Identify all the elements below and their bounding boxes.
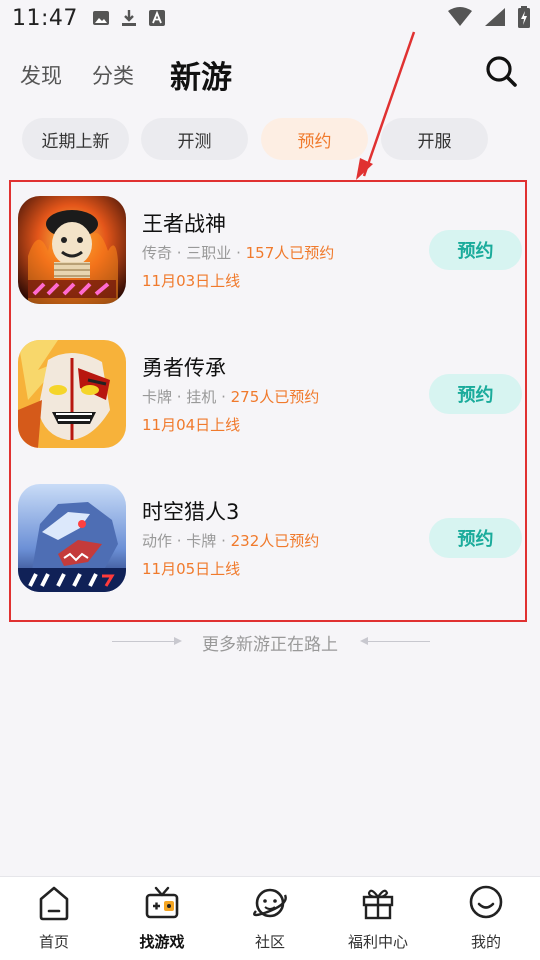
bottom-nav: 首页 找游戏 社区 福利中心 我的 (0, 876, 540, 960)
battery-icon (518, 6, 530, 28)
reserve-count: 275人已预约 (230, 388, 320, 406)
reserve-button[interactable]: 预约 (429, 518, 522, 558)
reserve-button[interactable]: 预约 (429, 374, 522, 414)
subtab-reserve[interactable]: 预约 (261, 118, 368, 160)
bottom-nav-home[interactable]: 首页 (0, 877, 108, 960)
list-item[interactable]: 勇者传承 卡牌 · 挂机 · 275人已预约 11月04日上线 预约 (0, 326, 540, 448)
bottom-nav-label: 社区 (254, 933, 285, 951)
subtab-beta-test[interactable]: 开测 (141, 118, 248, 160)
bottom-nav-welfare[interactable]: 福利中心 (324, 877, 432, 960)
gamepad-icon (145, 886, 179, 919)
community-planet-icon (253, 888, 287, 918)
divider-right (364, 641, 430, 642)
release-date: 11月03日上线 (142, 272, 241, 290)
status-bar: 11:47 (0, 0, 540, 36)
list-item[interactable]: 王者战神 传奇 · 三职业 · 157人已预约 11月03日上线 预约 (0, 182, 540, 304)
bottom-nav-community[interactable]: 社区 (216, 877, 324, 960)
reserve-count: 157人已预约 (245, 244, 335, 262)
more-games-text: 更多新游正在路上 (202, 635, 338, 655)
bottom-nav-find-games[interactable]: 找游戏 (108, 877, 216, 960)
release-date: 11月05日上线 (142, 560, 241, 578)
profile-smile-icon (469, 885, 503, 919)
game-meta: 动作 · 卡牌 · 232人已预约 (142, 530, 319, 551)
more-games-footer: 更多新游正在路上 (0, 630, 540, 655)
wifi-icon (448, 7, 472, 26)
list-item[interactable]: 时空猎人3 动作 · 卡牌 · 232人已预约 11月05日上线 预约 (0, 470, 540, 592)
game-meta: 传奇 · 三职业 · 157人已预约 (142, 242, 334, 263)
game-icon-wangzhe (18, 196, 126, 304)
game-tags: 动作 · 卡牌 · (142, 532, 231, 550)
home-icon (39, 886, 69, 921)
tab-category[interactable]: 分类 (92, 60, 134, 90)
reserve-count: 232人已预约 (230, 532, 320, 550)
download-icon (121, 10, 136, 26)
signal-icon (485, 8, 505, 26)
status-time: 11:47 (12, 5, 78, 31)
bottom-nav-label: 福利中心 (347, 933, 408, 951)
game-icon-shikong (18, 484, 126, 592)
game-name: 王者战神 (142, 212, 226, 236)
game-meta: 卡牌 · 挂机 · 275人已预约 (142, 386, 319, 407)
gift-icon (362, 889, 394, 920)
font-a-icon (148, 10, 165, 26)
game-name: 时空猎人3 (142, 500, 240, 524)
bottom-nav-label: 我的 (470, 933, 501, 951)
subtab-server-open[interactable]: 开服 (381, 118, 488, 160)
bottom-nav-profile[interactable]: 我的 (432, 877, 540, 960)
gallery-icon (92, 11, 109, 25)
game-tags: 卡牌 · 挂机 · (142, 388, 231, 406)
game-tags: 传奇 · 三职业 · (142, 244, 246, 262)
sub-tabs: 近期上新 开测 预约 开服 (0, 118, 540, 160)
tab-discover[interactable]: 发现 (20, 60, 62, 90)
reserve-button[interactable]: 预约 (429, 230, 522, 270)
subtab-recent-new[interactable]: 近期上新 (22, 118, 129, 160)
release-date: 11月04日上线 (142, 416, 241, 434)
search-icon[interactable] (484, 54, 518, 88)
game-name: 勇者传承 (142, 356, 226, 380)
bottom-nav-label: 首页 (38, 933, 69, 951)
top-nav: 发现 分类 新游 (0, 48, 540, 100)
bottom-nav-label: 找游戏 (139, 933, 185, 951)
tab-new-games[interactable]: 新游 (170, 52, 232, 97)
game-icon-yongzhe (18, 340, 126, 448)
